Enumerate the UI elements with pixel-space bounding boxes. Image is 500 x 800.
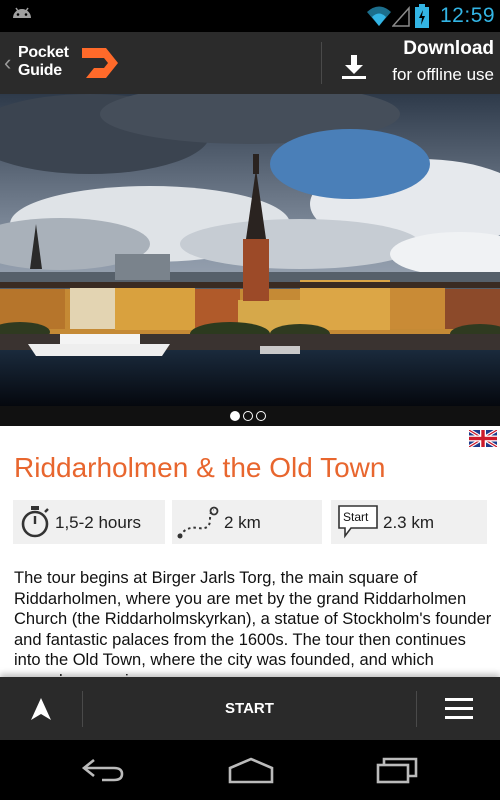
distance-stat: 2 km xyxy=(172,500,322,544)
download-button[interactable]: Download for offline use xyxy=(323,32,500,94)
divider xyxy=(321,42,322,84)
pocket-guide-logo[interactable]: Pocket Guide xyxy=(18,44,118,84)
signal-icon xyxy=(392,6,410,27)
android-icon xyxy=(13,7,31,18)
download-title: Download xyxy=(403,38,494,59)
download-subtitle: for offline use xyxy=(392,65,494,84)
recent-apps-icon[interactable] xyxy=(372,756,422,784)
menu-button[interactable] xyxy=(417,677,500,740)
tour-description: The tour begins at Birger Jarls Torg, th… xyxy=(14,569,492,676)
pager-dot[interactable] xyxy=(243,411,253,421)
back-icon[interactable] xyxy=(78,756,128,784)
logo-arrow-icon xyxy=(82,48,118,78)
start-label: Start xyxy=(343,510,369,524)
bottom-toolbar: START xyxy=(0,677,500,740)
status-bar: 12:59 xyxy=(0,0,500,32)
home-icon[interactable] xyxy=(226,756,276,784)
system-navigation-bar xyxy=(0,740,500,800)
start-distance-value: 2.3 km xyxy=(383,513,435,532)
stockholm-photo xyxy=(0,94,500,406)
navigate-button[interactable] xyxy=(0,677,82,740)
navigation-arrow-icon xyxy=(31,698,51,720)
duration-value: 1,5-2 hours xyxy=(55,513,141,532)
duration-stat: 1,5-2 hours xyxy=(13,500,165,544)
tour-photo[interactable] xyxy=(0,94,500,406)
tour-title: Riddarholmen & the Old Town xyxy=(14,452,386,483)
hamburger-icon xyxy=(445,698,473,701)
action-bar: ‹ Pocket Guide Download for offline use xyxy=(0,32,500,94)
english-flag-icon[interactable] xyxy=(469,430,497,447)
wifi-icon xyxy=(367,6,391,26)
start-button[interactable]: START xyxy=(83,677,416,740)
stopwatch-icon xyxy=(21,506,49,538)
chevron-left-icon[interactable]: ‹ xyxy=(4,50,11,76)
carousel-pager xyxy=(0,406,500,426)
clock: 12:59 xyxy=(440,4,496,27)
pager-dot[interactable] xyxy=(256,411,266,421)
start-distance-stat: Start 2.3 km xyxy=(331,500,487,544)
battery-icon xyxy=(415,4,429,28)
download-icon xyxy=(342,55,366,79)
pager-dot[interactable] xyxy=(230,411,240,421)
route-icon xyxy=(177,506,219,539)
hamburger-icon xyxy=(445,707,473,710)
distance-value: 2 km xyxy=(224,513,261,532)
hamburger-icon xyxy=(445,716,473,719)
